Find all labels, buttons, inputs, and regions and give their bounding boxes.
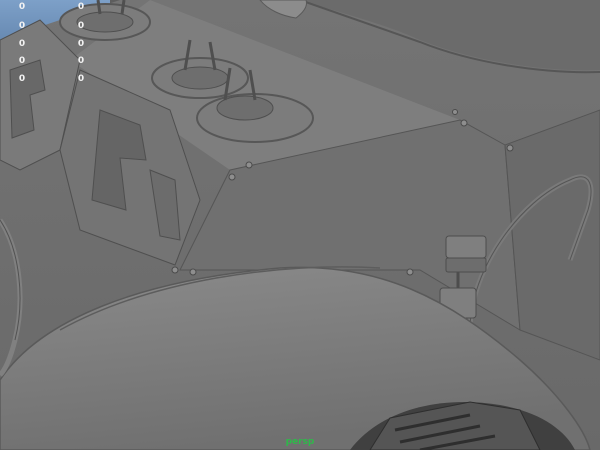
rear-side-panel — [504, 109, 600, 361]
viewport-persp[interactable]: 0 0 0 0 0 0 0 0 0 0 persp — [0, 0, 600, 450]
vehicle-model-render[interactable] — [0, 0, 600, 450]
